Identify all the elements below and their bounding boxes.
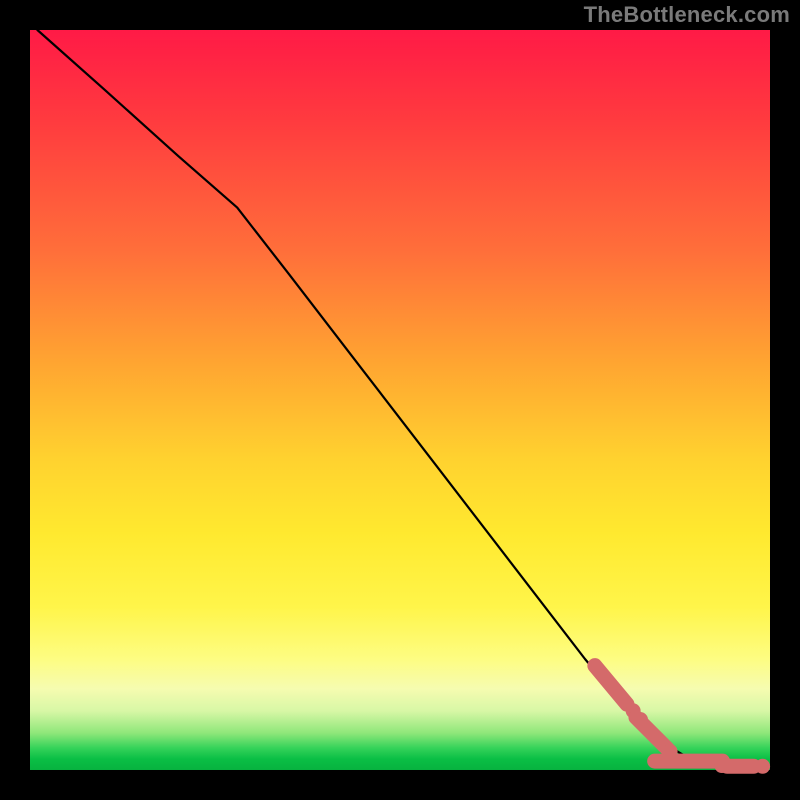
data-markers <box>584 655 770 774</box>
data-point <box>755 759 770 774</box>
chart-stage: TheBottleneck.com <box>0 0 800 800</box>
watermark-text: TheBottleneck.com <box>584 2 790 28</box>
chart-overlay <box>30 30 770 770</box>
data-cluster <box>720 759 761 774</box>
plot-area <box>30 30 770 770</box>
main-curve <box>37 30 770 766</box>
